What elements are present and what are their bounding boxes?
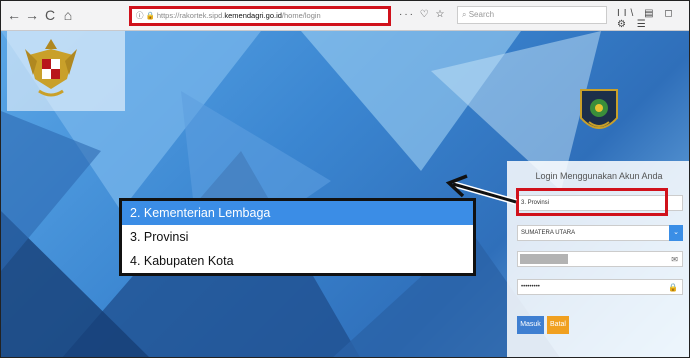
search-icon: ⌕ [462,10,469,19]
login-page: Login Menggunakan Akun Anda 3. Provinsi … [1,31,689,357]
search-placeholder: Search [468,10,495,19]
screenshot-frame: ← → C ⌂ ⓘ 🔒 https://rakortek.sipd.kemendagri.… [0,0,690,358]
info-icon[interactable]: ⓘ [136,11,144,20]
address-bar[interactable]: ⓘ 🔒 https://rakortek.sipd.kemendagri.go.id… [129,6,391,26]
nav-buttons: ← → C ⌂ [5,7,77,23]
url-prefix: https://rakortek.sipd. [156,11,225,20]
annotation-arrow [445,174,517,205]
forward-icon[interactable]: → [23,7,41,23]
back-icon[interactable]: ← [5,7,23,23]
url-path: /home/login [281,11,321,20]
lock-icon: 🔒 [145,11,155,20]
url-domain: kemendagri.go.id [224,11,282,20]
page-actions-icons[interactable]: ··· ♡ ☆ [399,9,446,20]
reload-icon[interactable]: C [41,7,59,23]
browser-toolbar: ← → C ⌂ ⓘ 🔒 https://rakortek.sipd.kemendagri.… [1,1,689,31]
toolbar-right-icons[interactable]: II\ ▤ ◻ ⚙ ☰ [617,8,689,30]
home-icon[interactable]: ⌂ [59,7,77,23]
search-input[interactable]: ⌕ Search [457,6,607,24]
